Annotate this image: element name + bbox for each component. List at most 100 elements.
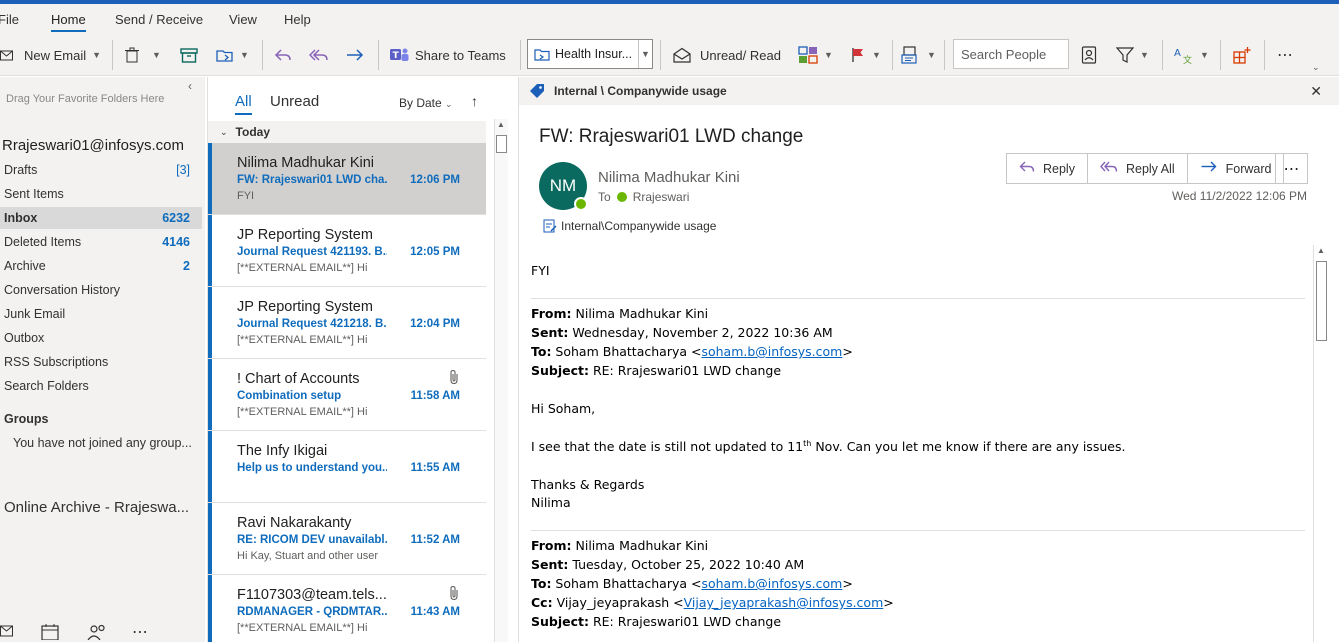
tab-file[interactable]: File — [0, 12, 19, 27]
chevron-down-icon[interactable]: ▼ — [1140, 50, 1149, 60]
folder-deleted-items[interactable]: Deleted Items 4146 — [0, 231, 202, 253]
tab-help[interactable]: Help — [284, 12, 311, 27]
reply-button[interactable]: Reply — [1007, 154, 1088, 183]
reply-all-button[interactable]: Reply All — [1087, 154, 1188, 183]
unread-indicator — [208, 215, 212, 286]
chevron-down-icon[interactable]: ▼ — [638, 40, 652, 68]
follow-up-button[interactable]: ▼ — [850, 44, 881, 66]
scrollbar-thumb[interactable] — [496, 135, 507, 153]
filter-unread-tab[interactable]: Unread — [270, 93, 319, 110]
folder-label: Drafts — [4, 163, 38, 177]
folder-outbox[interactable]: Outbox — [0, 327, 202, 349]
ribbon-divider — [262, 40, 263, 70]
message-item[interactable]: Ravi Nakarakanty RE: RICOM DEV unavailab… — [208, 503, 486, 575]
message-sender: The Infy Ikigai — [237, 443, 328, 459]
address-book-button[interactable] — [1081, 44, 1097, 66]
undo-reply-button[interactable] — [274, 44, 292, 66]
more-actions-icon[interactable]: ⋯ — [1275, 153, 1308, 184]
folder-drafts[interactable]: Drafts [3] — [0, 159, 202, 181]
reading-pane-scrollbar[interactable]: ▲ — [1313, 245, 1329, 642]
scroll-up-arrow-icon[interactable]: ▲ — [497, 120, 505, 129]
archive-button[interactable] — [180, 44, 198, 66]
field-value: RE: Rrajeswari01 LWD change — [589, 363, 782, 378]
folder-sent-items[interactable]: Sent Items — [0, 183, 202, 205]
chevron-down-icon[interactable]: ▼ — [872, 50, 881, 60]
header-sent: Sent: Tuesday, October 25, 2022 10:40 AM — [531, 557, 804, 572]
rules-button[interactable]: ▼ — [901, 44, 936, 66]
people-icon[interactable] — [87, 624, 107, 642]
flag-icon — [850, 47, 866, 63]
retention-label[interactable]: Internal\Companywide usage — [543, 219, 716, 233]
header-from: From: Nilima Madhukar Kini — [531, 306, 708, 321]
message-item[interactable]: ! Chart of Accounts Combination setup 11… — [208, 359, 486, 431]
sender-name[interactable]: Nilima Madhukar Kini — [598, 169, 740, 186]
message-sender: ! Chart of Accounts — [237, 371, 360, 387]
get-add-ins-button[interactable] — [1233, 44, 1251, 66]
message-list: All Unread By Date ⌄ ↑ ⌄ Today Nilima Ma… — [207, 77, 512, 642]
unread-indicator — [208, 431, 212, 502]
header-subject: Subject: RE: Rrajeswari01 LWD change — [531, 614, 781, 629]
sort-by-dropdown[interactable]: By Date ⌄ — [399, 96, 453, 110]
translate-button[interactable]: A文 ▼ — [1174, 44, 1209, 66]
message-item[interactable]: JP Reporting System Journal Request 4212… — [208, 287, 486, 359]
folder-junk-email[interactable]: Junk Email — [0, 303, 202, 325]
unread-read-button[interactable]: Unread/ Read — [672, 44, 781, 66]
chevron-down-icon[interactable]: ▼ — [240, 50, 249, 60]
sort-direction-icon[interactable]: ↑ — [471, 93, 478, 109]
online-archive[interactable]: Online Archive - Rrajeswa... — [4, 499, 189, 516]
filter-all-tab[interactable]: All — [235, 93, 252, 115]
message-item[interactable]: JP Reporting System Journal Request 4211… — [208, 215, 486, 287]
scroll-up-arrow-icon[interactable]: ▲ — [1317, 246, 1325, 255]
search-people-input[interactable]: Search People — [953, 39, 1069, 69]
message-item[interactable]: The Infy Ikigai Help us to understand yo… — [208, 431, 486, 503]
message-item[interactable]: Nilima Madhukar Kini FW: Rrajeswari01 LW… — [208, 143, 486, 215]
collapse-pane-chevron-icon[interactable]: ‹ — [188, 79, 192, 93]
chevron-down-icon[interactable]: ▼ — [1200, 50, 1209, 60]
folder-search-folders[interactable]: Search Folders — [0, 375, 202, 397]
more-apps-icon[interactable]: ⋯ — [132, 622, 148, 642]
new-email-button[interactable]: New Email ▼ — [0, 44, 101, 66]
more-commands-icon[interactable]: ⋯ — [1277, 44, 1294, 66]
message-subject: Help us to understand you... — [237, 462, 387, 474]
ribbon-expand-chevron-icon[interactable]: ⌄ — [1312, 56, 1320, 78]
field-label: To: — [531, 344, 552, 359]
message-list-scrollbar[interactable]: ▲ — [494, 119, 508, 642]
delete-button[interactable]: ▼ — [124, 44, 161, 66]
folder-rss-subscriptions[interactable]: RSS Subscriptions — [0, 351, 202, 373]
filter-email-button[interactable]: ▼ — [1116, 44, 1149, 66]
reply-all-ribbon-button[interactable] — [309, 44, 329, 66]
forward-icon — [345, 47, 365, 63]
email-link[interactable]: soham.b@infosys.com — [701, 576, 842, 591]
groups-heading[interactable]: Groups — [4, 412, 48, 426]
recipient-name[interactable]: Rrajeswari — [633, 190, 690, 204]
account-name[interactable]: Rrajeswari01@infosys.com — [2, 137, 184, 154]
group-header-today[interactable]: ⌄ Today — [208, 121, 486, 143]
folder-inbox[interactable]: Inbox 6232 — [0, 207, 202, 229]
chevron-down-icon[interactable]: ▼ — [824, 50, 833, 60]
calendar-icon[interactable] — [41, 624, 59, 642]
close-icon[interactable]: ✕ — [1310, 83, 1322, 100]
forward-button[interactable]: Forward — [1187, 154, 1284, 183]
share-to-teams-button[interactable]: T Share to Teams — [389, 44, 506, 66]
mail-icon[interactable] — [0, 624, 14, 642]
move-button[interactable]: ▼ — [216, 44, 249, 66]
teams-icon: T — [389, 46, 409, 64]
quick-steps-dropdown[interactable]: Health Insur... ▼ — [527, 39, 653, 69]
folder-archive[interactable]: Archive 2 — [0, 255, 202, 277]
folder-conversation-history[interactable]: Conversation History — [0, 279, 202, 301]
forward-ribbon-button[interactable] — [345, 44, 365, 66]
email-link[interactable]: soham.b@infosys.com — [701, 344, 842, 359]
ribbon-divider — [1220, 40, 1221, 70]
categorize-button[interactable]: ▼ — [798, 44, 833, 66]
email-link[interactable]: Vijay_jeyaprakash@infosys.com — [684, 595, 884, 610]
field-value: Soham Bhattacharya < — [551, 344, 702, 359]
tab-send-receive[interactable]: Send / Receive — [115, 12, 203, 27]
chevron-down-icon[interactable]: ▼ — [927, 50, 936, 60]
scrollbar-thumb[interactable] — [1316, 261, 1327, 341]
tab-home[interactable]: Home — [51, 12, 86, 32]
chevron-down-icon[interactable]: ▼ — [152, 50, 161, 60]
message-item[interactable]: F1107303@team.tels... RDMANAGER - QRDMTA… — [208, 575, 486, 642]
tab-view[interactable]: View — [229, 12, 257, 27]
chevron-down-icon[interactable]: ▼ — [92, 50, 101, 60]
message-subject: Journal Request 421218. B... — [237, 318, 387, 330]
